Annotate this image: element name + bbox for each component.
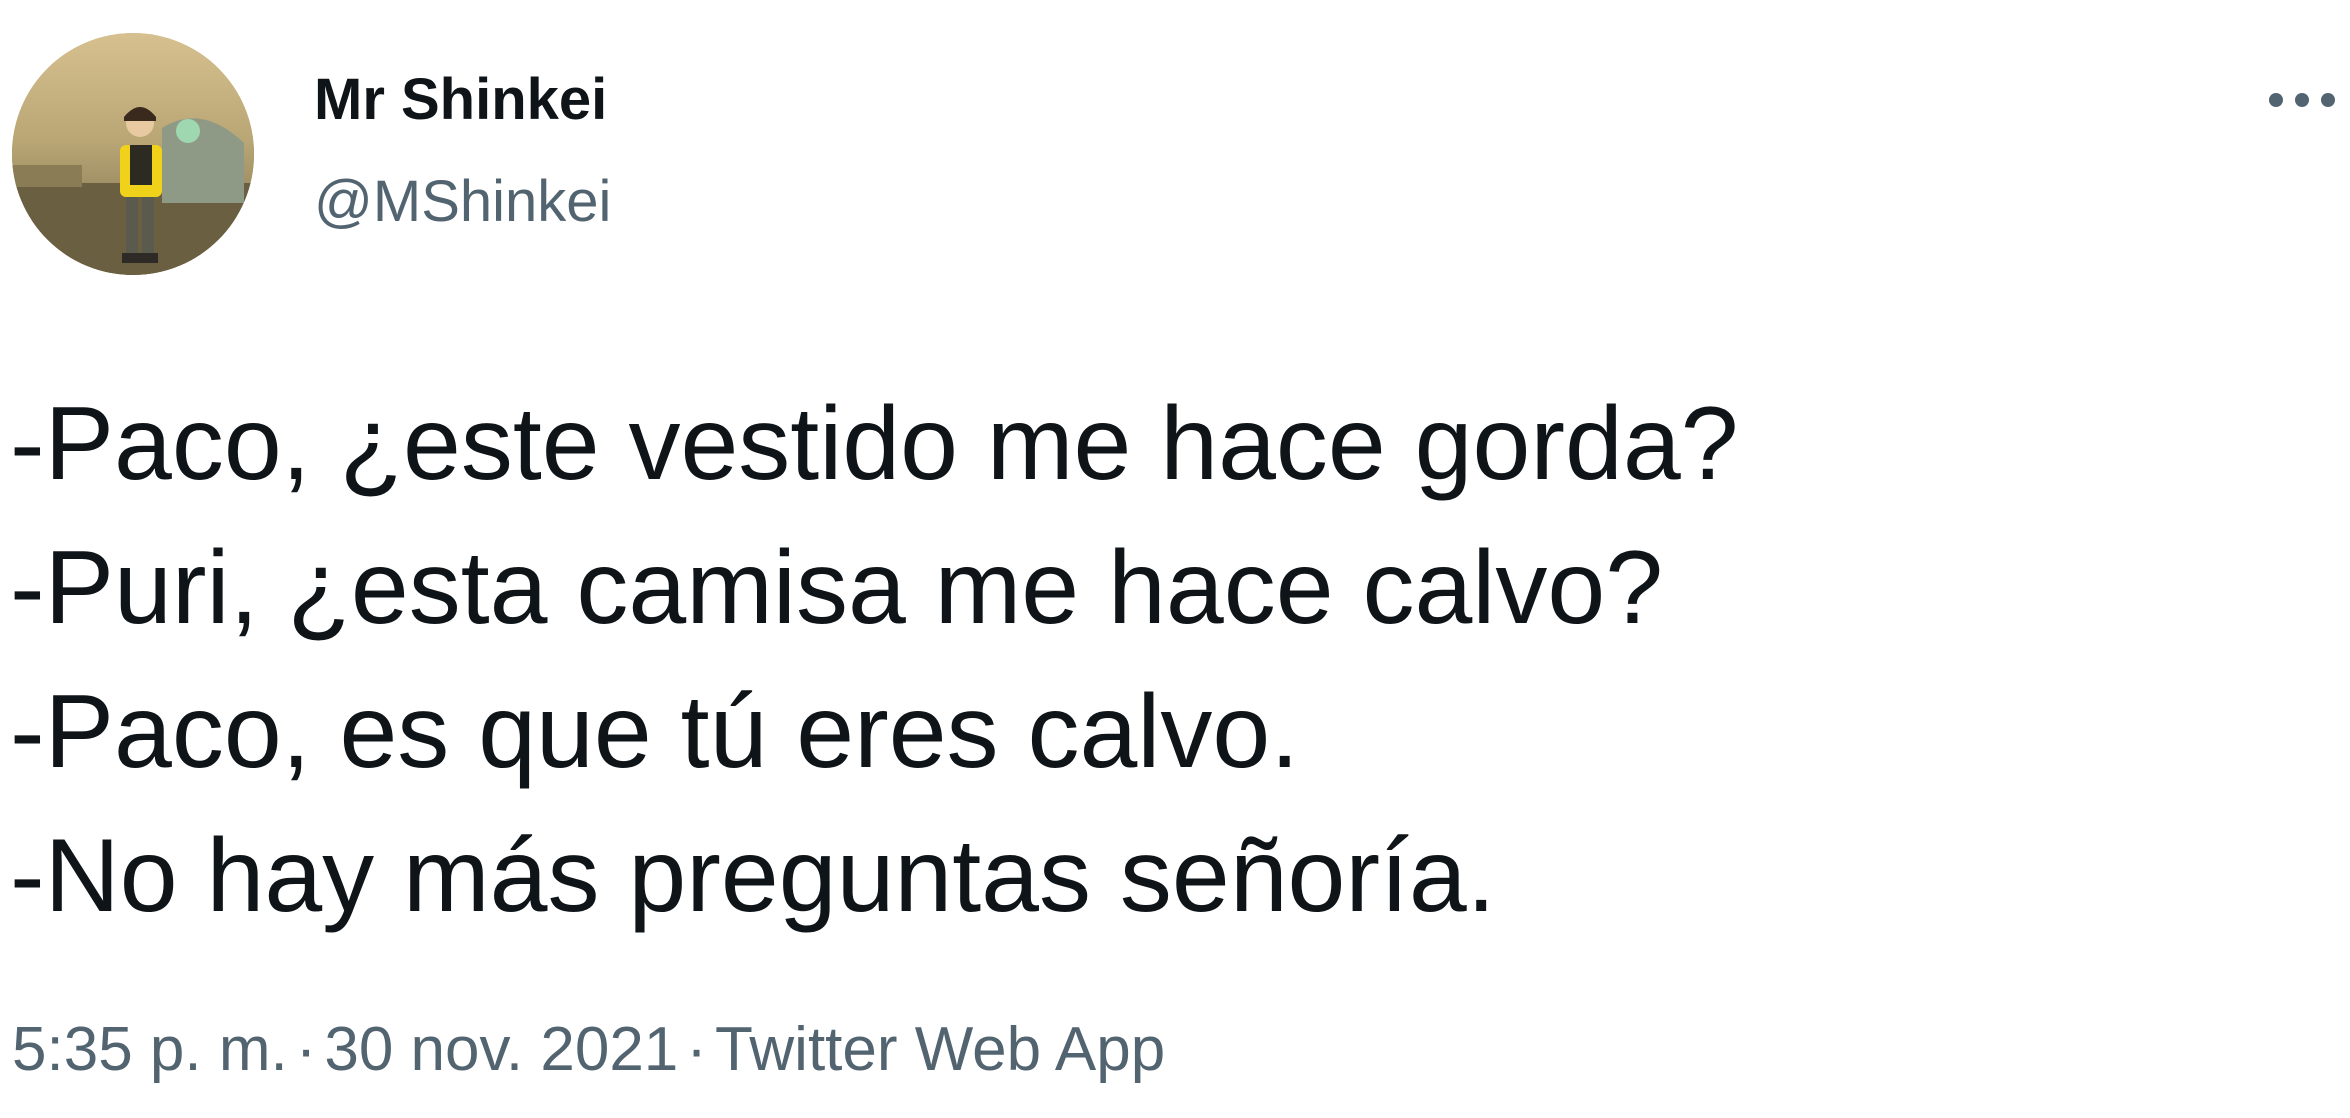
- author-display-name[interactable]: Mr Shinkei: [314, 64, 607, 136]
- tweet-line: -Puri, ¿esta camisa me hace calvo?: [10, 530, 1664, 646]
- more-options-button[interactable]: [2262, 70, 2342, 130]
- tweet-text: -Paco, ¿este vestido me hace gorda? -Pur…: [10, 372, 2310, 948]
- more-horizontal-icon: [2269, 93, 2335, 107]
- tweet-line: -Paco, es que tú eres calvo.: [10, 674, 1300, 790]
- author-handle[interactable]: @MShinkei: [314, 166, 611, 238]
- tweet-time-link[interactable]: 5:35 p. m.: [12, 1015, 288, 1084]
- tweet-source-link[interactable]: Twitter Web App: [715, 1015, 1165, 1084]
- tweet-line: -No hay más preguntas señoría.: [10, 818, 1496, 934]
- meta-separator: ·: [295, 1015, 317, 1084]
- meta-separator: ·: [686, 1015, 707, 1084]
- tweet-date-link[interactable]: 30 nov. 2021: [324, 1015, 678, 1084]
- author-avatar[interactable]: [12, 33, 254, 275]
- tweet-metadata: 5:35 p. m. · 30 nov. 2021 · Twitter Web App: [12, 1010, 1165, 1090]
- tweet-card: Mr Shinkei @MShinkei -Paco, ¿este vestid…: [0, 0, 2350, 1118]
- tweet-line: -Paco, ¿este vestido me hace gorda?: [10, 386, 1739, 502]
- avatar-image: [12, 33, 254, 275]
